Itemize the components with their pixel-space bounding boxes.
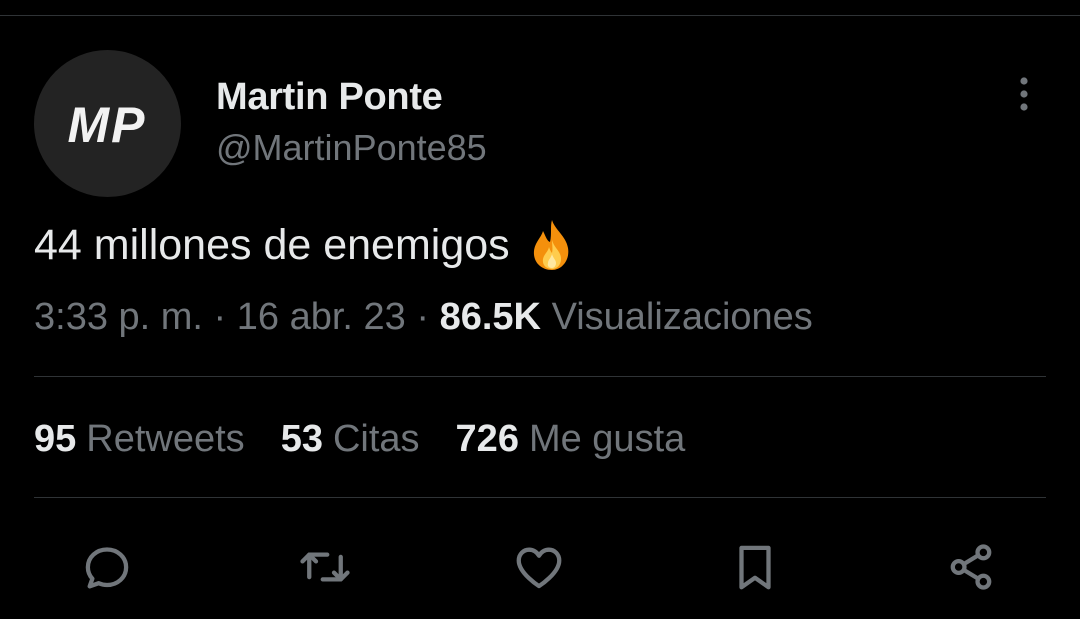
retweets-label: Retweets bbox=[86, 418, 245, 460]
more-dots-icon bbox=[1020, 77, 1028, 111]
meta-separator: · bbox=[416, 296, 430, 338]
share-icon bbox=[950, 544, 992, 590]
fire-icon bbox=[533, 220, 568, 270]
divider bbox=[34, 497, 1046, 498]
bookmark-icon bbox=[739, 545, 771, 590]
more-options-button[interactable] bbox=[1006, 74, 1042, 114]
bookmark-button[interactable] bbox=[725, 537, 785, 597]
meta-separator: · bbox=[213, 296, 227, 338]
retweets-count: 95 bbox=[34, 418, 77, 460]
likes-stat[interactable]: 726 Me gusta bbox=[456, 418, 686, 461]
tweet-meta: 3:33 p. m. · 16 abr. 23 · 86.5K Visualiz… bbox=[34, 296, 813, 339]
views-label: Visualizaciones bbox=[551, 296, 813, 338]
reply-button[interactable] bbox=[77, 537, 137, 597]
tweet-stats: 95 Retweets 53 Citas 726 Me gusta bbox=[34, 418, 685, 461]
display-name[interactable]: Martin Ponte bbox=[216, 76, 443, 119]
divider bbox=[34, 376, 1046, 377]
likes-count: 726 bbox=[455, 418, 519, 460]
quotes-label: Citas bbox=[332, 418, 420, 460]
tweet-text: 44 millones de enemigos bbox=[34, 218, 576, 272]
tweet-date[interactable]: 16 abr. 23 bbox=[237, 296, 406, 338]
retweets-stat[interactable]: 95 Retweets bbox=[34, 418, 245, 461]
top-divider bbox=[0, 15, 1080, 16]
tweet-time[interactable]: 3:33 p. m. bbox=[34, 296, 203, 338]
like-icon bbox=[516, 547, 562, 589]
retweet-button[interactable] bbox=[295, 537, 355, 597]
retweet-icon bbox=[300, 552, 350, 582]
avatar[interactable]: MP bbox=[34, 50, 181, 197]
svg-text:MP: MP bbox=[68, 97, 147, 153]
likes-label: Me gusta bbox=[528, 418, 686, 460]
share-button[interactable] bbox=[941, 537, 1001, 597]
quotes-count: 53 bbox=[280, 418, 323, 460]
like-button[interactable] bbox=[509, 537, 569, 597]
reply-icon bbox=[85, 547, 129, 589]
tweet-body: 44 millones de enemigos bbox=[34, 220, 510, 269]
avatar-logo: MP bbox=[68, 97, 147, 153]
quotes-stat[interactable]: 53 Citas bbox=[281, 418, 420, 461]
user-handle[interactable]: @MartinPonte85 bbox=[216, 127, 487, 169]
views-count: 86.5K bbox=[439, 296, 541, 338]
